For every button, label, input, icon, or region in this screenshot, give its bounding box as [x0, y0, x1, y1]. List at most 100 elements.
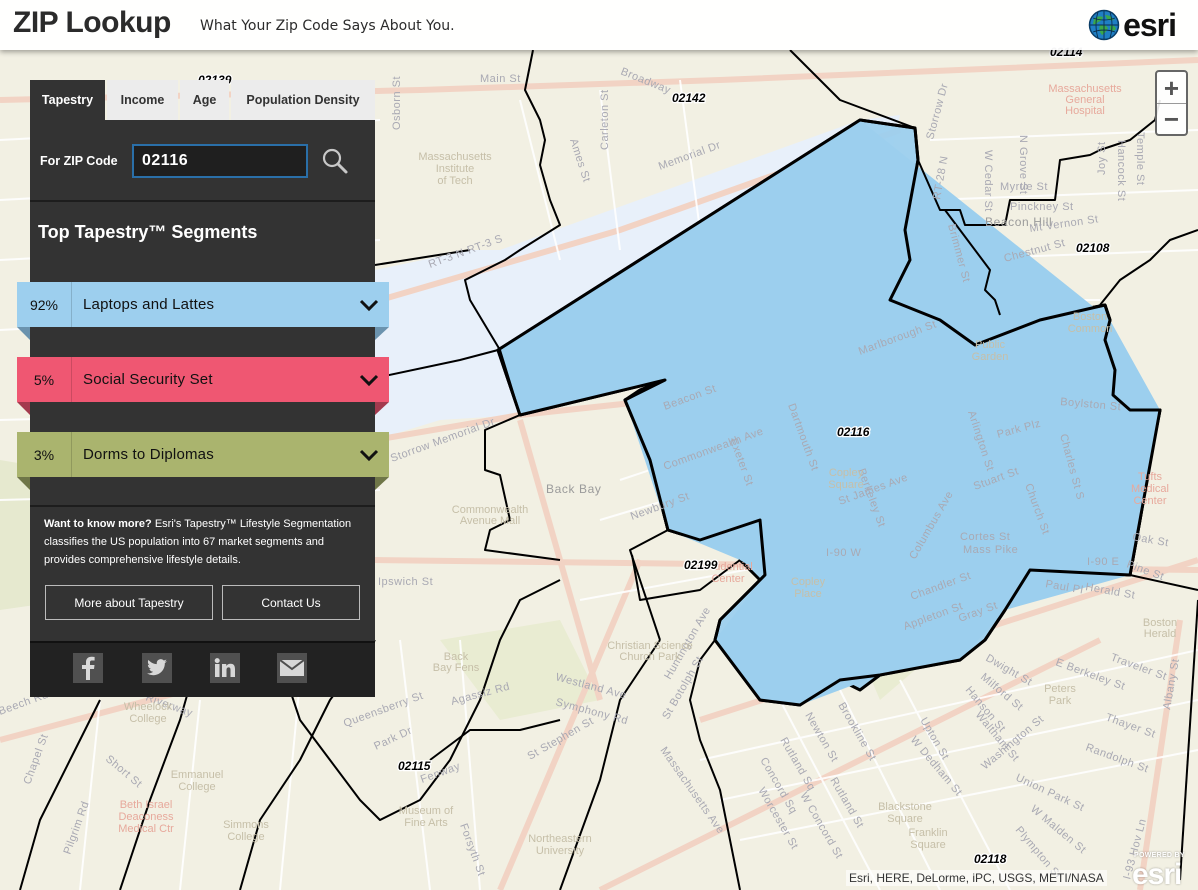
zip-label-02116: 02116 [837, 425, 870, 439]
ribbon-fold-left [17, 327, 30, 340]
poi-label: Public [975, 339, 1005, 351]
zip-label-02142: 02142 [672, 91, 706, 105]
poi-label: College [178, 781, 215, 793]
poi-label: Center [1133, 495, 1166, 507]
contact-us-button[interactable]: Contact Us [222, 585, 360, 620]
powered-by-esri-logo[interactable]: POWERED BY esri [1128, 852, 1194, 890]
chevron-down-icon[interactable] [349, 282, 389, 327]
poi-label: Square [910, 839, 945, 851]
zip-label-02108: 02108 [1076, 241, 1110, 255]
street-label: Joy St [1096, 141, 1108, 175]
esri-wordmark: esri [1123, 7, 1177, 43]
neighborhood-label: Back Bay [546, 482, 602, 496]
poi-label: Square [887, 813, 922, 825]
poi-label: Museum of [399, 805, 454, 817]
chevron-down-icon[interactable] [349, 432, 389, 477]
poi-label: College [227, 831, 264, 843]
street-label: I-90 W [826, 547, 862, 559]
poi-label: Emmanuel [171, 769, 224, 781]
ribbon-fold-left [17, 477, 30, 490]
segment-dorms-to-diplomas[interactable]: 3% Dorms to Diplomas [17, 432, 389, 477]
poi-label: Boston [1073, 311, 1107, 323]
search-icon[interactable] [321, 147, 349, 175]
poi-label: Wheelock [124, 701, 173, 713]
street-label: N Grove St [1017, 135, 1029, 194]
segment-item: 92% Laptops and Lattes [17, 282, 389, 357]
street-label: Main St [480, 73, 521, 85]
powered-by-wordmark: esri [1132, 858, 1182, 890]
segment-laptops-and-lattes[interactable]: 92% Laptops and Lattes [17, 282, 389, 327]
poi-label: Park [1049, 695, 1072, 707]
poi-label: Simmons [223, 819, 269, 831]
zoom-out-button[interactable]: − [1157, 103, 1186, 134]
segment-social-security-set[interactable]: 5% Social Security Set [17, 357, 389, 402]
facebook-icon[interactable] [73, 653, 103, 683]
app-title: ZIP Lookup [13, 6, 171, 39]
poi-label: College [129, 713, 166, 725]
street-label: Cortes St [960, 531, 1010, 543]
tab-income[interactable]: Income [107, 80, 178, 120]
poi-label: Garden [972, 351, 1009, 363]
street-label: Carleton St [599, 89, 611, 150]
poi-label: Hospital [1065, 105, 1105, 117]
street-label: I-90 E [1087, 556, 1119, 568]
poi-label: Avenue Mall [460, 515, 520, 527]
segment-item: 5% Social Security Set [17, 357, 389, 432]
segment-name: Dorms to Diplomas [83, 446, 214, 463]
info-panel: Tapestry Income Age Population Density F… [17, 80, 389, 697]
app-header: ZIP Lookup What Your Zip Code Says About… [0, 0, 1198, 50]
poi-label: Copley [829, 467, 864, 479]
segment-item: 3% Dorms to Diplomas [17, 432, 389, 507]
segment-percent: 3% [17, 432, 72, 477]
zip-code-input[interactable] [132, 144, 308, 178]
more-about-tapestry-button[interactable]: More about Tapestry [45, 585, 213, 620]
tab-population-density[interactable]: Population Density [231, 80, 375, 120]
twitter-icon[interactable] [142, 653, 172, 683]
poi-label: Church Park [619, 651, 681, 663]
globe-icon [1088, 9, 1120, 41]
poi-label: Tufts [1138, 471, 1163, 483]
tab-age[interactable]: Age [180, 80, 229, 120]
ribbon-fold-left [17, 402, 30, 415]
street-label: Osborn St [391, 76, 403, 130]
poi-label: Massachusetts [418, 151, 492, 163]
street-label: Temple St [1134, 132, 1146, 185]
email-icon[interactable] [277, 653, 307, 683]
more-info-lead: Want to know more? [44, 518, 152, 530]
ribbon-fold-right [375, 327, 389, 340]
poi-label: Peters [1044, 683, 1076, 695]
zip-label-02199: 02199 [684, 558, 718, 572]
street-label: Pinckney St [1010, 201, 1074, 213]
street-label: Hancock St [1115, 140, 1127, 201]
poi-label: Deaconess [118, 811, 174, 823]
tab-tapestry[interactable]: Tapestry [30, 80, 105, 120]
zip-code-label: For ZIP Code [40, 154, 118, 168]
poi-label: Copley [791, 576, 826, 588]
poi-label: Medical [1131, 483, 1169, 495]
poi-label: Blackstone [878, 801, 932, 813]
poi-label: Bay Fens [433, 662, 480, 674]
zoom-controls: + − [1155, 70, 1188, 136]
segments-title: Top Tapestry™ Segments [38, 222, 258, 242]
poi-label: Fine Arts [404, 817, 448, 829]
poi-label: Common [1068, 323, 1113, 335]
segment-name: Social Security Set [83, 371, 213, 388]
poi-label: Place [794, 588, 822, 600]
segment-percent: 92% [17, 282, 72, 327]
linkedin-icon[interactable] [210, 653, 240, 683]
poi-label: of Tech [437, 175, 472, 187]
tab-bar: Tapestry Income Age Population Density [30, 80, 375, 120]
esri-logo[interactable]: esri [1088, 7, 1177, 43]
panel-body: For ZIP Code Top Tapestry™ Segments 92% … [17, 120, 389, 697]
poi-label: Franklin [908, 827, 947, 839]
ribbon-fold-right [375, 402, 389, 415]
poi-label: Medical Ctr [118, 823, 174, 835]
chevron-down-icon[interactable] [349, 357, 389, 402]
poi-label: University [536, 845, 585, 857]
map-attribution: Esri, HERE, DeLorme, iPC, USGS, METI/NAS… [846, 870, 1107, 886]
street-label: W Cedar St [982, 150, 994, 212]
segment-percent: 5% [17, 357, 72, 402]
poi-label: Square [828, 479, 863, 491]
social-bar [30, 641, 375, 697]
zoom-in-button[interactable]: + [1157, 72, 1186, 103]
